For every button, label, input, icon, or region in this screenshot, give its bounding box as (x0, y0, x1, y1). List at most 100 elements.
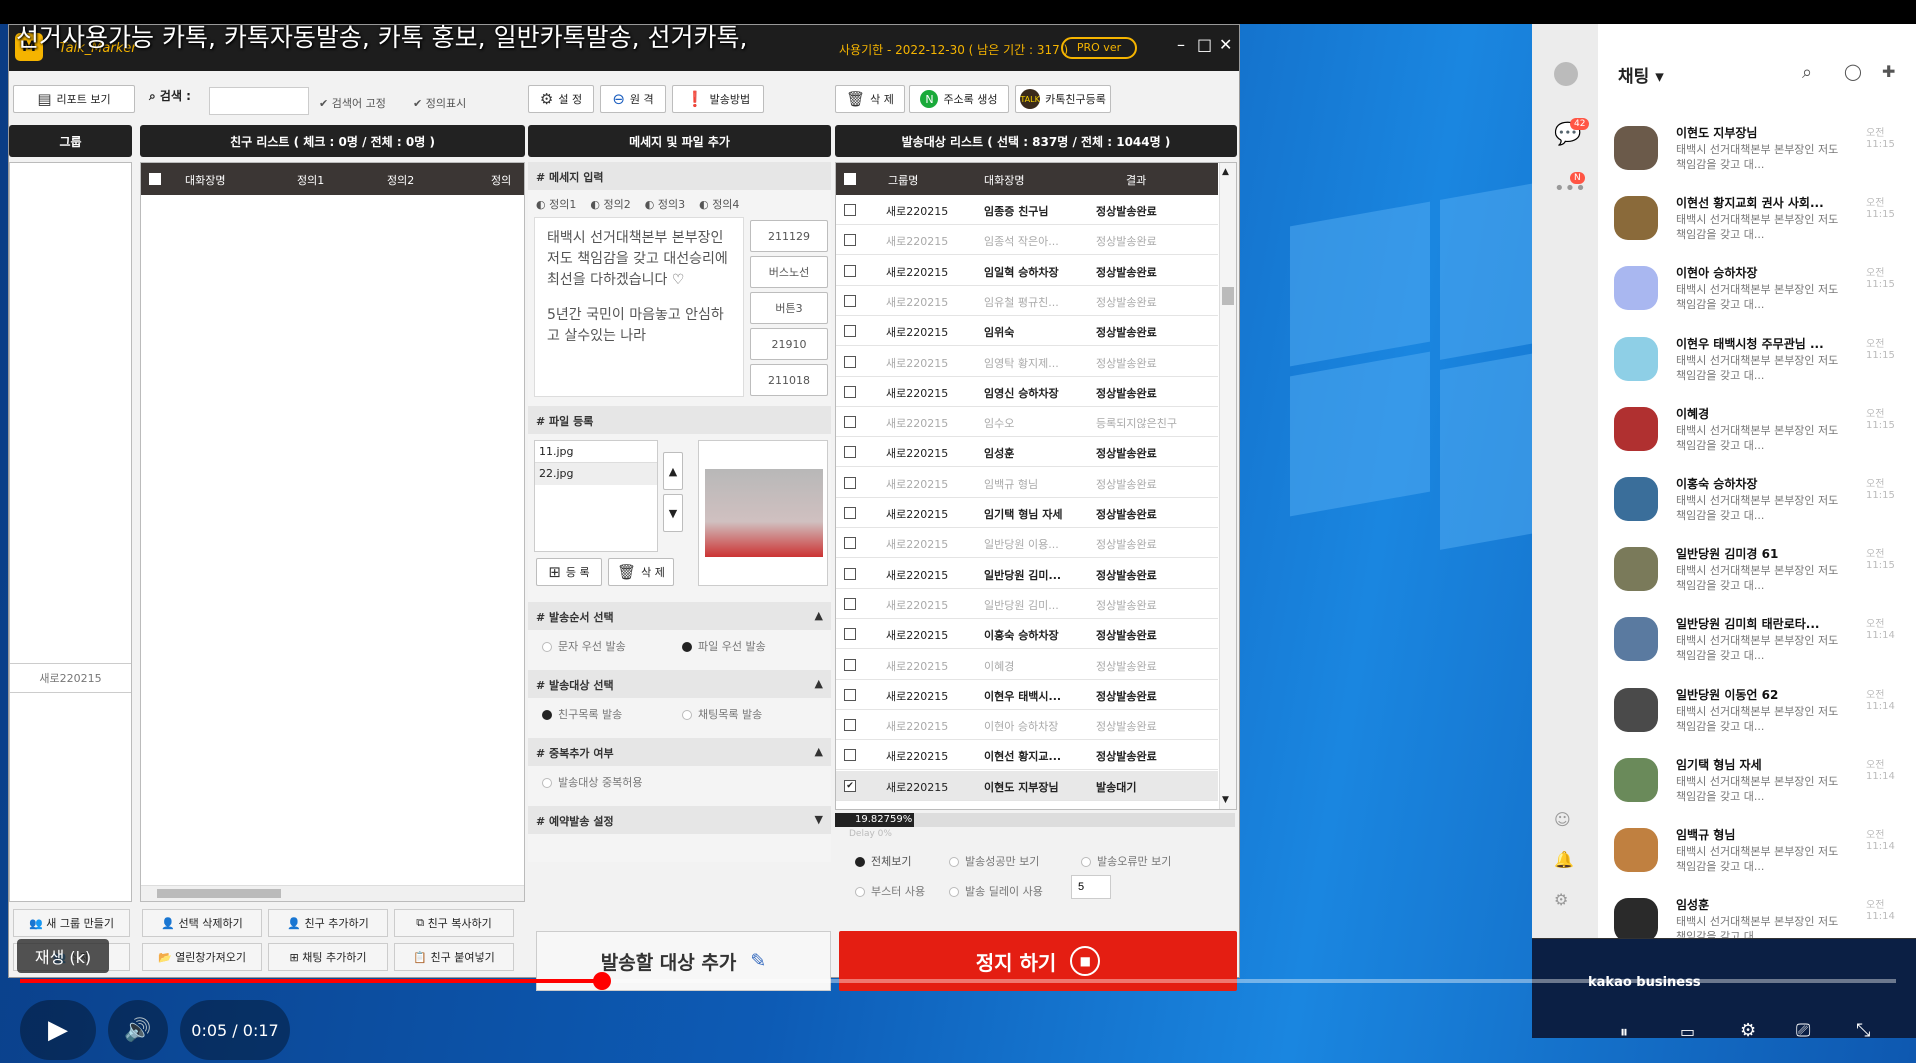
target-row[interactable]: 새로220215 임종석 작은아... 정상발송완료 (836, 225, 1218, 256)
friends-hscrollbar[interactable] (141, 885, 524, 901)
row-checkbox[interactable] (844, 719, 856, 732)
row-checkbox[interactable] (844, 749, 856, 762)
row-checkbox[interactable] (844, 507, 856, 519)
row-checkbox[interactable] (844, 264, 856, 277)
new-chat-icon[interactable]: ✚ (1882, 62, 1895, 81)
settings-gear-icon[interactable]: ⚙ (1554, 890, 1568, 909)
settings-button[interactable]: ⚙ 설 정 (528, 85, 594, 113)
select-all-friends-checkbox[interactable] (149, 173, 161, 185)
file-down-button[interactable]: ▼ (663, 494, 683, 532)
close-button[interactable]: ✕ (1219, 35, 1232, 54)
open-chat-icon[interactable]: ◯ (1844, 62, 1862, 81)
target-row[interactable]: 새로220215 임일혁 승하차장 정상발송완료 (836, 256, 1218, 286)
view-all-radio[interactable]: 전체보기 (855, 853, 911, 869)
kakao-friend-button[interactable]: TALK 카톡친구등록 (1015, 85, 1111, 113)
row-checkbox[interactable] (844, 658, 856, 671)
subtitles-icon[interactable]: ▭ (1680, 1022, 1695, 1041)
def1-radio[interactable]: ◐ 정의1 (536, 196, 576, 212)
view-error-radio[interactable]: 발송오류만 보기 (1081, 853, 1171, 869)
maximize-button[interactable]: □ (1197, 35, 1212, 54)
dup-allow-radio[interactable]: 발송대상 중복허용 (542, 774, 642, 790)
video-settings-icon[interactable]: ⚙ (1740, 1020, 1756, 1041)
target-row[interactable]: 새로220215 임백규 형님 정상발송완료 (836, 468, 1218, 498)
row-checkbox[interactable] (844, 476, 856, 489)
message-side-button[interactable]: 211129 (750, 220, 828, 252)
delete-button[interactable]: 🗑 삭 제 (835, 85, 905, 113)
target-row[interactable]: 새로220215 이현선 황지교... 정상발송완료 (836, 740, 1218, 771)
target-row[interactable]: 새로220215 일반당원 김미... 정상발송완료 (836, 559, 1218, 589)
message-side-button[interactable]: 버스노선 (750, 256, 828, 288)
row-checkbox[interactable] (844, 385, 856, 398)
video-scrubber[interactable] (592, 972, 611, 990)
kakao-chat-item[interactable]: 이현아 승하차장 태백시 선거대책본부 본부장인 저도 책임감을 갖고 대... 오… (1598, 252, 1916, 322)
file-up-button[interactable]: ▲ (663, 452, 683, 490)
target-row[interactable]: 새로220215 임영신 승하차장 정상발송완료 (836, 377, 1218, 407)
target-row[interactable]: 새로220215 일반당원 김미... 정상발송완료 (836, 589, 1218, 619)
row-checkbox[interactable] (844, 204, 856, 216)
add-friend-button[interactable]: 👤 친구 추가하기 (268, 909, 388, 937)
file-list[interactable]: 11.jpg 22.jpg (534, 440, 658, 552)
kakao-chat-item[interactable]: 임기택 형님 자세 태백시 선거대책본부 본부장인 저도 책임감을 갖고 대...… (1598, 744, 1916, 814)
friends-tab-icon[interactable] (1554, 62, 1578, 86)
kakao-chat-item[interactable]: 이홍숙 승하차장 태백시 선거대책본부 본부장인 저도 책임감을 갖고 대... 오… (1598, 463, 1916, 533)
minimize-button[interactable]: – (1177, 35, 1185, 54)
kakao-chat-title[interactable]: 채팅 ▾ (1618, 62, 1664, 87)
get-open-window-button[interactable]: 📂 열린창가져오기 (142, 943, 262, 971)
cast-icon[interactable]: ⎚ (1796, 1020, 1810, 1041)
target-row[interactable]: 새로220215 임수오 등록되지않은친구 (836, 407, 1218, 438)
kakao-chat-item[interactable]: 이혜경 태백시 선거대책본부 본부장인 저도 책임감을 갖고 대... 오전 11:… (1598, 393, 1916, 463)
paste-friend-button[interactable]: 📋 친구 붙여넣기 (394, 943, 514, 971)
kakao-chat-item[interactable]: 임백규 형님 태백시 선거대책본부 본부장인 저도 책임감을 갖고 대... 오전 … (1598, 814, 1916, 884)
target-row[interactable]: ✔ 새로220215 이현도 지부장님 발송대기 (836, 770, 1218, 801)
row-checkbox[interactable] (844, 234, 856, 247)
order-text-first-radio[interactable]: 문자 우선 발송 (542, 638, 626, 654)
targets-vscrollbar[interactable]: ▲ ▼ (1219, 163, 1236, 809)
target-row[interactable]: 새로220215 이홍숙 승하차장 정상발송완료 (836, 619, 1218, 650)
target-row[interactable]: 새로220215 임기택 형님 자세 정상발송완료 (836, 498, 1218, 528)
keep-search-checkbox[interactable]: ✔ 검색어 고정 (319, 95, 386, 111)
target-section[interactable]: # 발송대상 선택 ▲ (528, 670, 831, 698)
def3-radio[interactable]: ◐ 정의3 (645, 196, 685, 212)
def4-radio[interactable]: ◐ 정의4 (699, 196, 739, 212)
file-item[interactable]: 22.jpg (535, 463, 657, 485)
accurate-checkbox[interactable]: ✔ 정의표시 (413, 95, 466, 111)
message-side-button[interactable]: 211018 (750, 364, 828, 396)
volume-button[interactable]: 🔊 (108, 1000, 168, 1060)
target-row[interactable]: 새로220215 이혜경 정상발송완료 (836, 650, 1218, 680)
message-side-button[interactable]: 21910 (750, 328, 828, 360)
row-checkbox[interactable] (844, 537, 856, 550)
target-row[interactable]: 새로220215 임성훈 정상발송완료 (836, 437, 1218, 468)
target-row[interactable]: 새로220215 이현우 태백시... 정상발송완료 (836, 680, 1218, 710)
row-checkbox[interactable] (844, 294, 856, 307)
booster-radio[interactable]: 부스터 사용 (855, 883, 925, 899)
row-checkbox[interactable] (844, 355, 856, 368)
kakao-chat-item[interactable]: 일반당원 김미희 태란로타... 태백시 선거대책본부 본부장인 저도 책임감을 … (1598, 603, 1916, 673)
reserve-section[interactable]: # 예약발송 설정 ▼ (528, 806, 831, 834)
row-checkbox[interactable] (844, 688, 856, 701)
friend-list-radio[interactable]: 친구목록 발송 (542, 706, 622, 722)
row-checkbox[interactable] (844, 597, 856, 610)
send-method-button[interactable]: ❗ 발송방법 (672, 85, 764, 113)
report-button[interactable]: ▤ 리포트 보기 (13, 85, 135, 113)
target-row[interactable]: 새로220215 일반당원 이용... 정상발송완료 (836, 528, 1218, 559)
kakao-chat-item[interactable]: 일반당원 김미경 61 태백시 선거대책본부 본부장인 저도 책임감을 갖고 대.… (1598, 533, 1916, 603)
kakao-search-icon[interactable]: ⌕ (1802, 62, 1812, 83)
message-side-button[interactable]: 버튼3 (750, 292, 828, 324)
file-register-button[interactable]: ⊞ 등 록 (536, 558, 602, 586)
play-button[interactable]: ▶ (20, 1000, 96, 1060)
kakao-chat-item[interactable]: 이현도 지부장님 태백시 선거대책본부 본부장인 저도 책임감을 갖고 대... 오… (1598, 112, 1916, 182)
row-checkbox[interactable] (844, 416, 856, 429)
target-row[interactable]: 새로220215 이현아 승하차장 정상발송완료 (836, 710, 1218, 741)
target-row[interactable]: 새로220215 임종증 친구님 정상발송완료 (836, 195, 1218, 225)
kakao-chat-item[interactable]: 이현선 황지교회 권사 사회... 태백시 선거대책본부 본부장인 저도 책임감을… (1598, 182, 1916, 252)
target-row[interactable]: 새로220215 임영탁 황지제... 정상발송완료 (836, 347, 1218, 377)
search-input[interactable] (209, 87, 309, 115)
select-all-targets-checkbox[interactable] (844, 173, 856, 185)
message-textarea[interactable]: 태백시 선거대책본부 본부장인 저도 책임감을 갖고 대선승리에 최선을 다하겠… (534, 217, 744, 397)
row-checkbox[interactable] (844, 567, 856, 580)
target-row[interactable]: 새로220215 임유철 평규친... 정상발송완료 (836, 286, 1218, 316)
autoplay-toggle[interactable]: ⏸ (1620, 1022, 1628, 1042)
bell-icon[interactable]: 🔔 (1554, 850, 1574, 869)
order-file-first-radio[interactable]: 파일 우선 발송 (682, 638, 766, 654)
target-row[interactable]: 새로220215 임위숙 정상발송완료 (836, 316, 1218, 347)
